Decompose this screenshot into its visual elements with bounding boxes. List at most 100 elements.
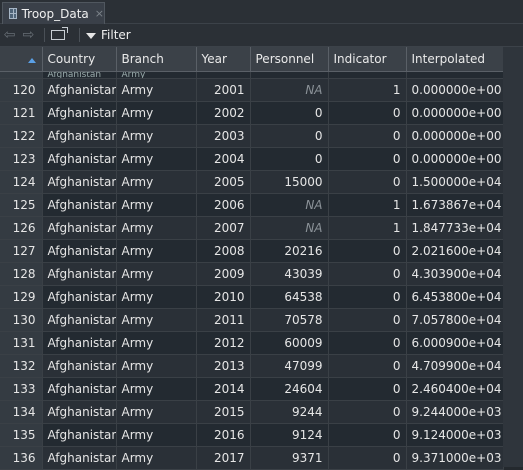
table-row[interactable]: 128 Afghanistan Army 2009 43039 0 4.303900e+04 bbox=[0, 262, 504, 286]
table-row[interactable]: 126 Afghanistan Army 2007 NA 1 1.847733e+04 bbox=[0, 216, 504, 240]
filter-button[interactable]: Filter bbox=[101, 28, 131, 42]
cell-personnel: 47099 bbox=[250, 354, 329, 378]
table-row[interactable]: 122 Afghanistan Army 2003 0 0 0.000000e+00 bbox=[0, 124, 504, 148]
cell-personnel: 9371 bbox=[250, 446, 329, 470]
cell-country: Afghanistan bbox=[42, 216, 117, 240]
row-number: 128 bbox=[0, 262, 43, 286]
column-header-personnel[interactable]: Personnel bbox=[250, 47, 329, 72]
cell-indicator: 0 bbox=[328, 423, 407, 447]
table-row[interactable]: 123 Afghanistan Army 2004 0 0 0.000000e+00 bbox=[0, 147, 504, 171]
back-arrow-icon[interactable]: ⇦ bbox=[0, 27, 19, 43]
cell-country: Afghanistan bbox=[42, 239, 117, 263]
cell-year: 2009 bbox=[196, 262, 251, 286]
cell-year: 2010 bbox=[196, 285, 251, 309]
cell-indicator: 1 bbox=[328, 78, 407, 102]
close-icon[interactable]: × bbox=[95, 7, 104, 20]
cell-interpolated: 0.000000e+00 bbox=[406, 101, 504, 125]
filter-icon[interactable] bbox=[86, 33, 96, 39]
cell-interpolated: 1.500000e+04 bbox=[406, 170, 504, 194]
column-header-interpolated[interactable]: Interpolated bbox=[406, 47, 504, 72]
toolbar-divider bbox=[44, 28, 45, 42]
table-row[interactable]: 136 Afghanistan Army 2017 9371 0 9.371000e+03 bbox=[0, 446, 504, 470]
table-row[interactable]: 131 Afghanistan Army 2012 60009 0 6.000900e+04 bbox=[0, 331, 504, 355]
cell-country: Afghanistan bbox=[42, 400, 117, 424]
cell-branch: Army bbox=[116, 446, 197, 470]
cell-year: 2017 bbox=[196, 446, 251, 470]
cell-country: Afghanistan bbox=[42, 377, 117, 401]
cell-country: Afghanistan bbox=[42, 423, 117, 447]
tab-title: Troop_Data bbox=[21, 6, 89, 21]
table-row[interactable]: 129 Afghanistan Army 2010 64538 0 6.453800e+04 bbox=[0, 285, 504, 309]
cell-personnel: 0 bbox=[250, 101, 329, 125]
cell-indicator: 0 bbox=[328, 101, 407, 125]
cell-country: Afghanistan bbox=[42, 101, 117, 125]
cell-year: 2015 bbox=[196, 400, 251, 424]
cell-interpolated: 9.371000e+03 bbox=[406, 446, 504, 470]
cell-personnel: 9124 bbox=[250, 423, 329, 447]
cell-year: 2001 bbox=[196, 78, 251, 102]
cell-year: 2006 bbox=[196, 193, 251, 217]
forward-arrow-icon[interactable]: ⇨ bbox=[19, 27, 38, 43]
cell-personnel: 24604 bbox=[250, 377, 329, 401]
cell-interpolated: 9.244000e+03 bbox=[406, 400, 504, 424]
table-row-partial[interactable]: Afghanistan Army bbox=[0, 71, 504, 79]
cell-branch: Army bbox=[116, 78, 197, 102]
cell-interpolated: 6.453800e+04 bbox=[406, 285, 504, 309]
cell-branch: Army bbox=[116, 193, 197, 217]
cell-personnel: NA bbox=[250, 216, 329, 240]
cell-indicator: 0 bbox=[328, 170, 407, 194]
column-header-year[interactable]: Year bbox=[196, 47, 251, 72]
toolbar: ⇦ ⇨ Filter bbox=[0, 24, 523, 47]
column-header-indicator[interactable]: Indicator bbox=[328, 47, 407, 72]
popout-icon[interactable] bbox=[51, 27, 68, 40]
column-header-country[interactable]: Country bbox=[42, 47, 117, 72]
cell-branch: Army bbox=[116, 239, 197, 263]
cell-branch: Army bbox=[116, 308, 197, 332]
row-number-header[interactable] bbox=[0, 47, 43, 72]
row-number: 120 bbox=[0, 78, 43, 102]
cell-interpolated: 7.057800e+04 bbox=[406, 308, 504, 332]
cell-country: Afghanistan bbox=[42, 170, 117, 194]
table-row[interactable]: 130 Afghanistan Army 2011 70578 0 7.057800e+04 bbox=[0, 308, 504, 332]
vertical-scrollbar[interactable] bbox=[503, 47, 523, 467]
cell-personnel: 43039 bbox=[250, 262, 329, 286]
cell-branch: Army bbox=[116, 354, 197, 378]
cell-indicator: 0 bbox=[328, 308, 407, 332]
cell-country: Afghanistan bbox=[42, 446, 117, 470]
cell-personnel: 15000 bbox=[250, 170, 329, 194]
cell-country: Afghanistan bbox=[42, 354, 117, 378]
header-row: Country Branch Year Personnel Indicator … bbox=[0, 47, 504, 72]
cell-year: 2003 bbox=[196, 124, 251, 148]
row-number: 121 bbox=[0, 101, 43, 125]
cell-indicator: 0 bbox=[328, 354, 407, 378]
row-number: 134 bbox=[0, 400, 43, 424]
cell-branch: Army bbox=[116, 285, 197, 309]
table-row[interactable]: 127 Afghanistan Army 2008 20216 0 2.021600e+04 bbox=[0, 239, 504, 263]
cell-year: 2013 bbox=[196, 354, 251, 378]
row-number: 136 bbox=[0, 446, 43, 470]
table-row[interactable]: 134 Afghanistan Army 2015 9244 0 9.244000e+03 bbox=[0, 400, 504, 424]
cell-interpolated: 6.000900e+04 bbox=[406, 331, 504, 355]
table-row[interactable]: 120 Afghanistan Army 2001 NA 1 0.000000e+00 bbox=[0, 78, 504, 102]
row-number: 124 bbox=[0, 170, 43, 194]
table-row[interactable]: 132 Afghanistan Army 2013 47099 0 4.709900e+04 bbox=[0, 354, 504, 378]
column-header-branch[interactable]: Branch bbox=[116, 47, 197, 72]
cell-branch: Army bbox=[116, 423, 197, 447]
cell-indicator: 1 bbox=[328, 216, 407, 240]
row-number: 132 bbox=[0, 354, 43, 378]
cell-country: Afghanistan bbox=[42, 124, 117, 148]
cell-country: Afghanistan bbox=[42, 262, 117, 286]
tab-troop-data[interactable]: Troop_Data × bbox=[2, 2, 105, 24]
table-row[interactable]: 121 Afghanistan Army 2002 0 0 0.000000e+00 bbox=[0, 101, 504, 125]
cell-branch: Army bbox=[116, 400, 197, 424]
table-row[interactable]: 125 Afghanistan Army 2006 NA 1 1.673867e+04 bbox=[0, 193, 504, 217]
cell-interpolated: 9.124000e+03 bbox=[406, 423, 504, 447]
cell-personnel: NA bbox=[250, 193, 329, 217]
table-row[interactable]: 124 Afghanistan Army 2005 15000 0 1.500000e+04 bbox=[0, 170, 504, 194]
cell-country: Afghanistan bbox=[42, 78, 117, 102]
cell-branch: Army bbox=[116, 71, 197, 79]
table-row[interactable]: 135 Afghanistan Army 2016 9124 0 9.124000e+03 bbox=[0, 423, 504, 447]
table-row[interactable]: 133 Afghanistan Army 2014 24604 0 2.460400e+04 bbox=[0, 377, 504, 401]
data-grid: Country Branch Year Personnel Indicator … bbox=[0, 47, 504, 470]
cell-indicator: 0 bbox=[328, 147, 407, 171]
